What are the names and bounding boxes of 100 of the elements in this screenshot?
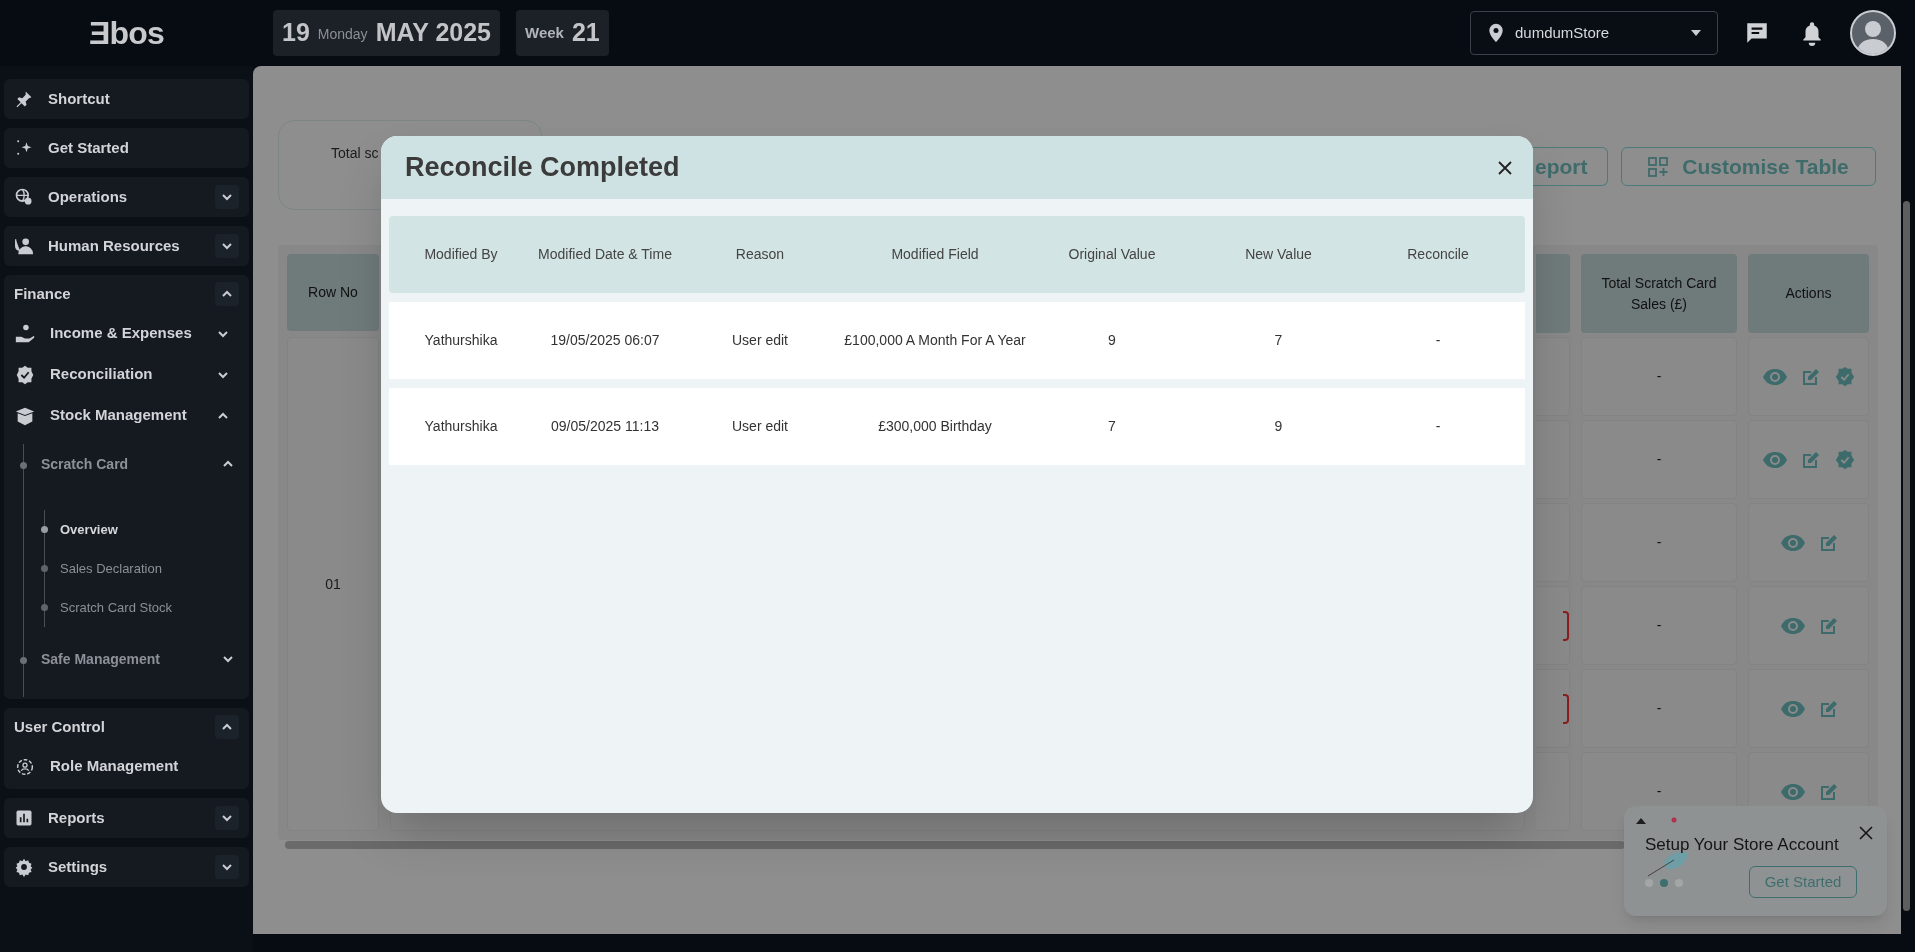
- edit-button[interactable]: [1819, 533, 1838, 552]
- table-cell: -: [1581, 669, 1737, 748]
- sidebar-item[interactable]: Role Management: [4, 746, 249, 787]
- edit-button[interactable]: [1819, 616, 1838, 635]
- table-cell-text: 09/05/2025 11:13: [550, 417, 660, 436]
- sidebar-item[interactable]: Income & Expenses: [4, 313, 249, 354]
- eye-icon: [1761, 449, 1788, 470]
- sidebar-item[interactable]: Get Started: [4, 128, 249, 168]
- table-cell: -: [1581, 586, 1737, 665]
- week-number: 21: [571, 17, 600, 49]
- horizontal-scrollbar[interactable]: [285, 841, 1625, 849]
- edit-button[interactable]: [1819, 699, 1838, 718]
- column-header: Modified By: [423, 245, 499, 264]
- caret-down-icon: [1691, 30, 1701, 36]
- eye-icon: [1761, 366, 1788, 387]
- sidebar-item[interactable]: Stock Management: [4, 395, 249, 436]
- expand-toggle-button[interactable]: [215, 282, 239, 306]
- sidebar-subitem[interactable]: Overview: [45, 510, 249, 549]
- summary-label: Total sc: [331, 145, 379, 161]
- table-cell-text: -: [1434, 331, 1442, 350]
- person-icon: [14, 236, 34, 256]
- close-icon: [1498, 160, 1512, 175]
- table-cell: -: [1581, 503, 1737, 582]
- eye-icon: [1779, 781, 1806, 802]
- table-cell-text: Yathurshika: [423, 331, 499, 350]
- modal-title: Reconcile Completed: [405, 151, 681, 185]
- table-cell-text: Yathurshika: [423, 417, 499, 436]
- table-cell-text: 9: [1273, 417, 1284, 436]
- chevron-down-icon: [221, 191, 233, 203]
- sidebar-group-title: User Control: [14, 716, 106, 737]
- weekday: Monday: [317, 25, 368, 44]
- column-header: Row No: [287, 254, 379, 331]
- check-badge-icon: [14, 363, 36, 386]
- column-header: Reason: [734, 245, 786, 264]
- month-year: MAY 2025: [375, 17, 491, 49]
- view-button[interactable]: [1761, 366, 1788, 387]
- view-button[interactable]: [1779, 532, 1806, 553]
- view-button[interactable]: [1779, 698, 1806, 719]
- sidebar-item[interactable]: Settings: [4, 847, 249, 887]
- grid-plus-icon: [1648, 156, 1669, 177]
- expand-toggle-button[interactable]: [215, 185, 239, 209]
- column-header: Total Scratch Card Sales (£): [1581, 254, 1737, 333]
- location-pin-icon: [1487, 23, 1505, 43]
- chevron-down-icon: [222, 653, 234, 665]
- table-cell-text: 7: [1273, 331, 1284, 350]
- edit-button[interactable]: [1819, 782, 1838, 801]
- edit-icon: [1801, 367, 1820, 386]
- close-button[interactable]: [1857, 824, 1875, 842]
- chevron-down-icon: [221, 240, 233, 252]
- table-cell-text: 19/05/2025 06:07: [549, 331, 661, 350]
- sidebar-item[interactable]: Shortcut: [4, 79, 249, 119]
- sidebar-item[interactable]: Reports: [4, 798, 249, 838]
- column-header: Actions: [1748, 254, 1869, 333]
- column-header: New Value: [1244, 245, 1313, 264]
- table-cell: -: [1581, 420, 1737, 499]
- view-button[interactable]: [1779, 615, 1806, 636]
- week-label: Week: [525, 22, 564, 43]
- table-cell-text: £100,000 A Month For A Year: [843, 331, 1027, 350]
- table-cell-text: User edit: [731, 417, 789, 436]
- chevron-down-icon: [221, 812, 233, 824]
- edit-icon: [1819, 533, 1838, 552]
- table-cell: 01: [287, 337, 379, 831]
- eye-icon: [1779, 698, 1806, 719]
- edit-button[interactable]: [1801, 450, 1820, 469]
- eye-icon: [1779, 532, 1806, 553]
- store-selector[interactable]: dumdumStore: [1470, 11, 1718, 55]
- vertical-scrollbar[interactable]: [1903, 201, 1910, 911]
- table-cell-text: -: [1434, 417, 1442, 436]
- sidebar-subitem[interactable]: Scratch Card Stock: [45, 588, 249, 627]
- sidebar-subitem[interactable]: Scratch Card: [24, 444, 249, 484]
- sidebar-group-title: Finance: [14, 283, 72, 304]
- expand-toggle-button[interactable]: [215, 806, 239, 830]
- hand-coin-icon: [14, 322, 36, 345]
- table-cell-text: 9: [1107, 331, 1117, 350]
- column-header: Modified Date & Time: [537, 245, 673, 264]
- edit-icon: [1819, 699, 1838, 718]
- close-icon: [1859, 826, 1873, 840]
- day-number: 19: [282, 17, 310, 49]
- sidebar-item[interactable]: Reconciliation: [4, 354, 249, 395]
- sidebar-item[interactable]: Human Resources: [4, 226, 249, 266]
- view-button[interactable]: [1761, 449, 1788, 470]
- table-cell-text: User edit: [731, 331, 789, 350]
- expand-toggle-button[interactable]: [215, 855, 239, 879]
- edit-button[interactable]: [1801, 367, 1820, 386]
- view-button[interactable]: [1779, 781, 1806, 802]
- settings-icon: [14, 857, 34, 877]
- popup-title: Setup Your Store Account: [1645, 834, 1839, 856]
- globe-gear-icon: [14, 187, 34, 207]
- column-header: Original Value: [1067, 245, 1157, 264]
- eye-icon: [1779, 615, 1806, 636]
- sidebar-subitem[interactable]: Safe Management: [24, 639, 249, 679]
- expand-toggle-button[interactable]: [215, 234, 239, 258]
- column-header: Reconcile: [1406, 245, 1470, 264]
- edit-icon: [1819, 782, 1838, 801]
- sidebar-item[interactable]: Operations: [4, 177, 249, 217]
- sidebar-subitem[interactable]: Sales Declaration: [45, 549, 249, 588]
- bar-chart-icon: [14, 808, 34, 828]
- column-header: Modified Field: [890, 245, 980, 264]
- expand-toggle-button[interactable]: [215, 715, 239, 739]
- user-avatar[interactable]: [1850, 10, 1896, 56]
